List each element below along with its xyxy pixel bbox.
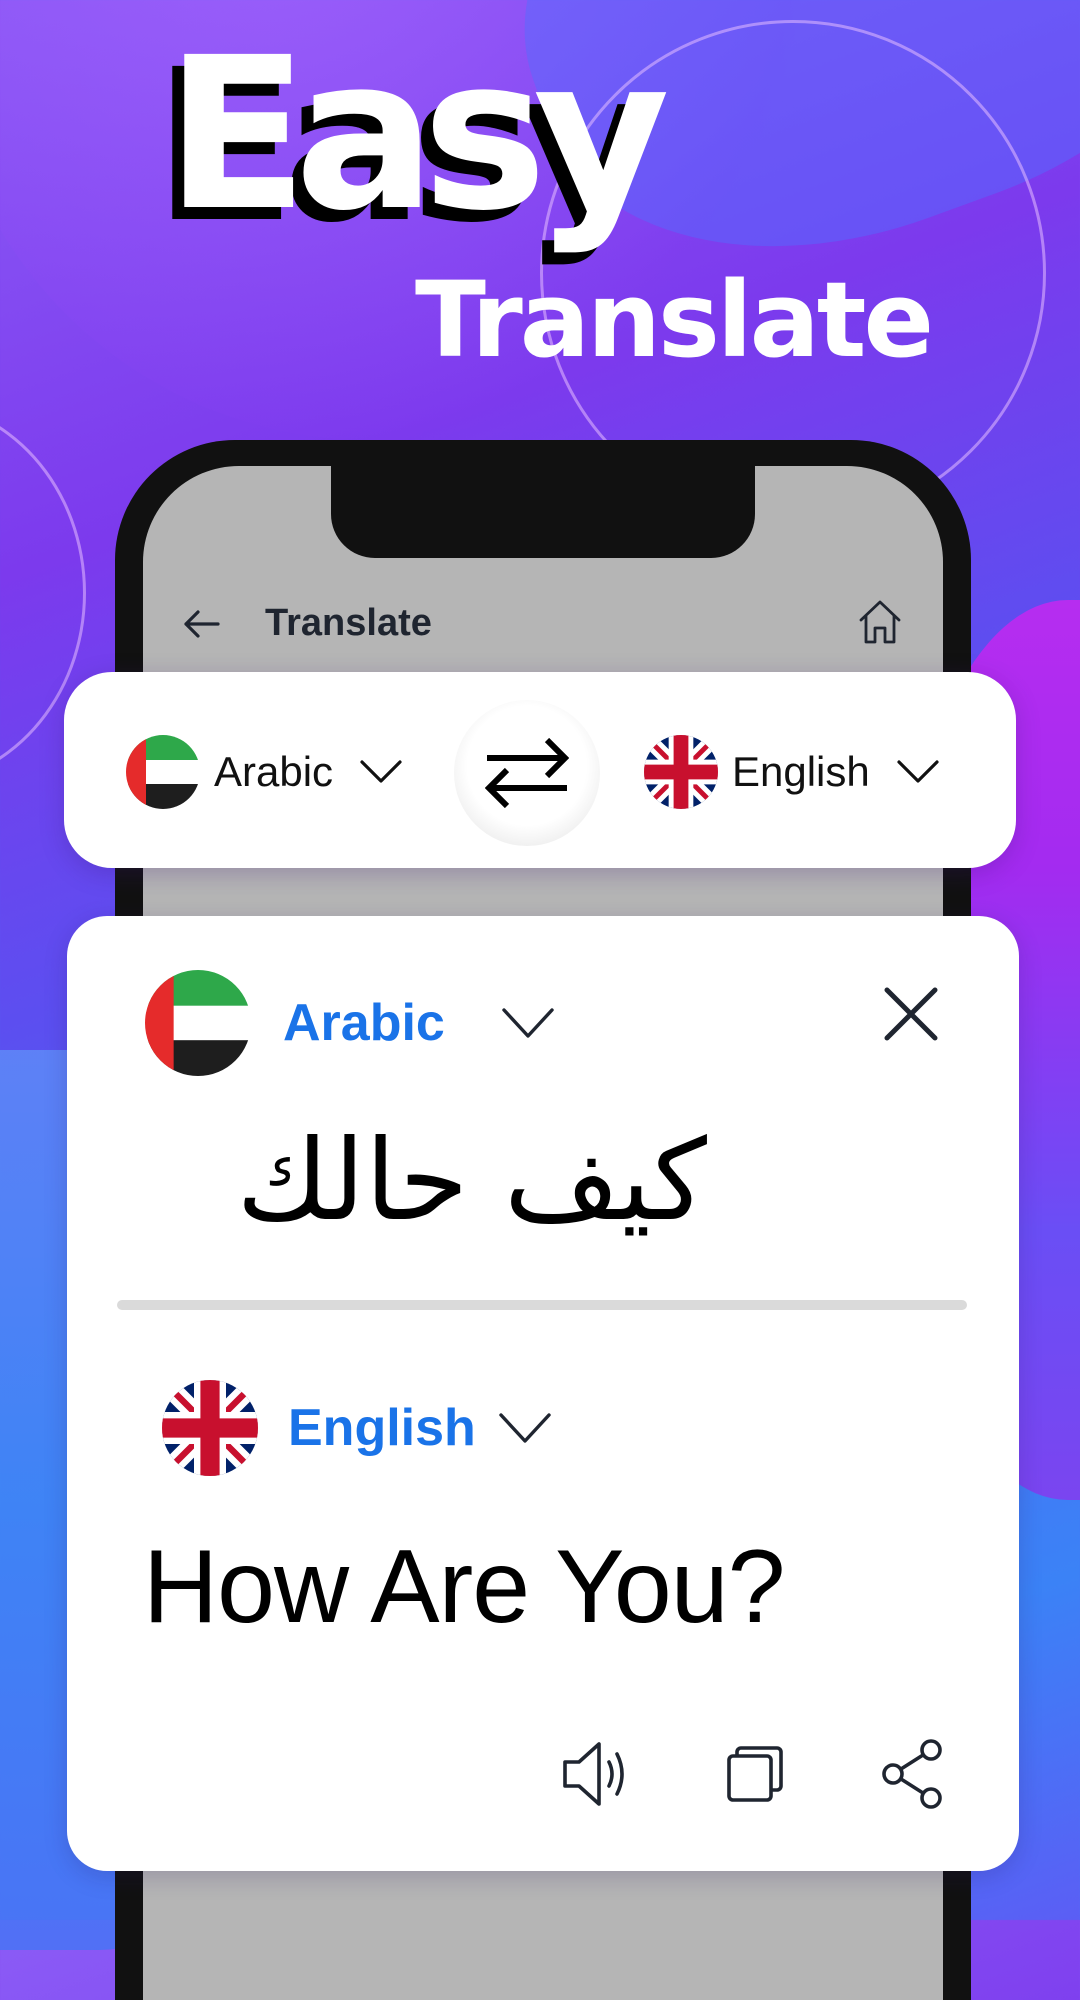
divider [117, 1300, 967, 1310]
uae-flag-icon [126, 735, 200, 809]
copy-button[interactable] [719, 1738, 791, 1810]
target-language-selector[interactable]: English [644, 734, 940, 810]
uae-flag-icon [145, 970, 251, 1076]
language-selector-bar: Arabic English [64, 672, 1016, 868]
translation-card: Arabic كيف حالك English How Are You? [67, 916, 1019, 1871]
copy-icon [727, 1746, 783, 1802]
speaker-icon [563, 1742, 624, 1806]
uk-flag-icon [644, 735, 718, 809]
chevron-down-icon [360, 760, 402, 783]
translation-actions [561, 1738, 949, 1810]
translated-text: How Are You? [143, 1529, 785, 1645]
source-language-selector[interactable]: Arabic [126, 734, 403, 810]
headline-easy: Easy [165, 12, 670, 257]
target-language-dropdown[interactable]: English [162, 1380, 552, 1476]
share-icon [882, 1739, 942, 1809]
target-language-name: English [732, 748, 870, 795]
home-button[interactable] [857, 598, 903, 646]
headline-translate: Translate [415, 259, 934, 381]
close-icon [884, 987, 938, 1041]
home-icon [859, 600, 901, 644]
back-button[interactable] [178, 600, 226, 648]
share-button[interactable] [877, 1738, 949, 1810]
swap-arrows-icon [485, 738, 569, 808]
source-language-dropdown[interactable]: Arabic [145, 970, 555, 1076]
source-text[interactable]: كيف حالك [147, 1116, 707, 1246]
swap-languages-button[interactable] [454, 700, 600, 846]
phone-notch [331, 466, 755, 558]
clear-text-button[interactable] [883, 986, 939, 1042]
uk-flag-icon [162, 1380, 258, 1476]
source-language-name: Arabic [214, 748, 334, 795]
chevron-down-icon [897, 760, 939, 783]
app-bar: Translate [143, 584, 943, 664]
source-language-label: Arabic [283, 994, 445, 1052]
chevron-down-icon [499, 1413, 551, 1443]
speak-button[interactable] [561, 1738, 633, 1810]
chevron-down-icon [502, 1008, 554, 1038]
app-title: Translate [265, 602, 432, 644]
target-language-label: English [288, 1399, 476, 1457]
arrow-left-icon [184, 610, 220, 638]
